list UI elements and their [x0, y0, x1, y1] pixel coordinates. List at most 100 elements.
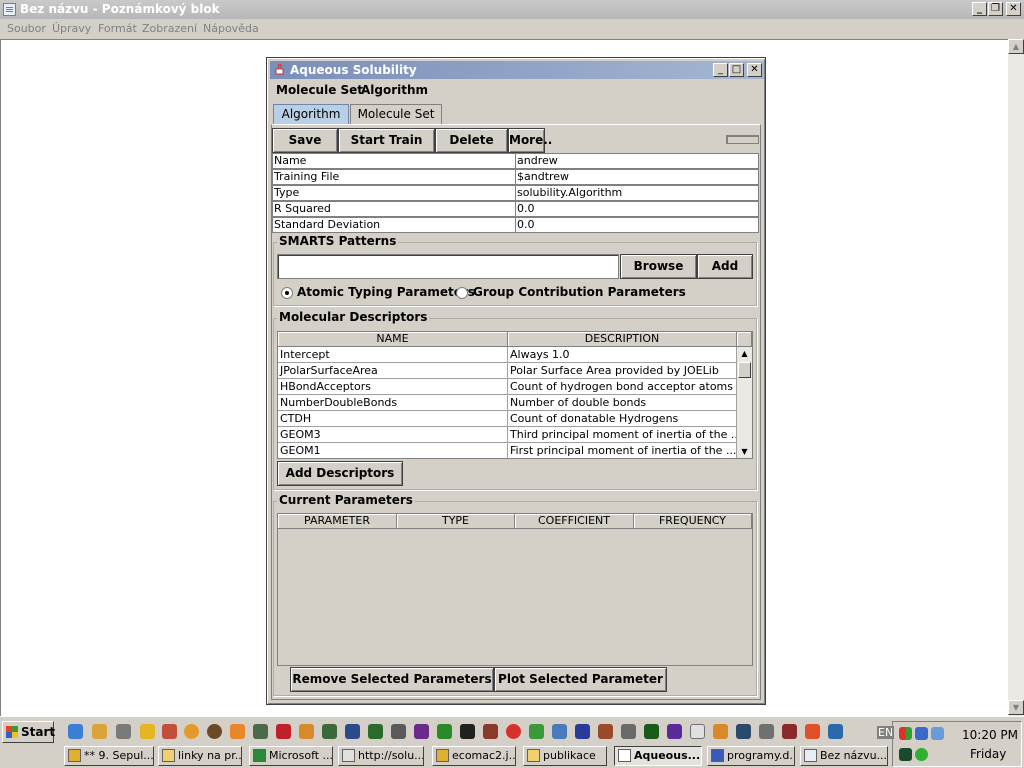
- tray-icon[interactable]: [915, 748, 928, 761]
- quicklaunch-icon[interactable]: [460, 724, 475, 739]
- smarts-input[interactable]: [277, 254, 619, 279]
- tray-icon[interactable]: [931, 727, 944, 740]
- quicklaunch-icon[interactable]: [276, 724, 291, 739]
- quicklaunch-icon[interactable]: [575, 724, 590, 739]
- parameters-table[interactable]: PARAMETER TYPE COEFFICIENT FREQUENCY: [277, 513, 753, 666]
- notepad-scrollbar[interactable]: ▲ ▼: [1008, 39, 1024, 716]
- group-contribution-radio[interactable]: [456, 287, 468, 299]
- task-button-active[interactable]: Aqueous...: [614, 746, 702, 766]
- ie-icon[interactable]: [68, 724, 83, 739]
- column-header-coefficient[interactable]: COEFFICIENT: [515, 514, 634, 529]
- start-button[interactable]: Start: [2, 721, 55, 743]
- delete-button[interactable]: Delete: [435, 128, 508, 153]
- minimize-button[interactable]: _: [972, 2, 987, 16]
- add-button[interactable]: Add: [697, 254, 753, 279]
- column-header-type[interactable]: TYPE: [397, 514, 515, 529]
- quicklaunch-icon[interactable]: [598, 724, 613, 739]
- task-button[interactable]: programy.d...: [707, 746, 795, 766]
- menu-format[interactable]: Formát: [98, 22, 137, 35]
- table-row[interactable]: GEOM3 Third principal moment of inertia …: [278, 427, 737, 443]
- task-button[interactable]: Microsoft ...: [249, 746, 333, 766]
- menu-upravy[interactable]: Úpravy: [52, 22, 91, 35]
- quicklaunch-icon[interactable]: [782, 724, 797, 739]
- notepad-title-bar[interactable]: Bez názvu - Poznámkový blok _ ❐ ✕: [0, 0, 1024, 19]
- scroll-down-arrow-icon[interactable]: ▼: [737, 445, 752, 458]
- close-button[interactable]: ✕: [1006, 2, 1021, 16]
- quicklaunch-icon[interactable]: [759, 724, 774, 739]
- quicklaunch-icon[interactable]: [805, 724, 820, 739]
- menu-napoveda[interactable]: Nápověda: [203, 22, 259, 35]
- column-header-description[interactable]: DESCRIPTION: [508, 332, 737, 347]
- training-file-value[interactable]: $andtrew: [515, 169, 759, 185]
- quicklaunch-icon[interactable]: [140, 724, 155, 739]
- quicklaunch-icon[interactable]: [414, 724, 429, 739]
- quicklaunch-icon[interactable]: [299, 724, 314, 739]
- scroll-thumb[interactable]: [738, 362, 751, 378]
- quicklaunch-icon[interactable]: [828, 724, 843, 739]
- quicklaunch-icon[interactable]: [253, 724, 268, 739]
- add-descriptors-button[interactable]: Add Descriptors: [277, 461, 403, 486]
- quicklaunch-icon[interactable]: [116, 724, 131, 739]
- r-squared-value[interactable]: 0.0: [515, 201, 759, 217]
- atomic-typing-label[interactable]: Atomic Typing Parameters: [297, 285, 475, 299]
- start-train-button[interactable]: Start Train: [338, 128, 435, 153]
- quicklaunch-icon[interactable]: [621, 724, 636, 739]
- task-button[interactable]: publikace: [523, 746, 607, 766]
- scroll-up-icon[interactable]: ▲: [1008, 39, 1024, 54]
- task-button[interactable]: ecomac2.j...: [432, 746, 516, 766]
- descriptors-scrollbar[interactable]: ▲ ▼: [737, 347, 752, 458]
- quicklaunch-icon[interactable]: [345, 724, 360, 739]
- vlc-icon[interactable]: [230, 724, 245, 739]
- menu-soubor[interactable]: Soubor: [7, 22, 46, 35]
- quicklaunch-icon[interactable]: [736, 724, 751, 739]
- type-value[interactable]: solubility.Algorithm: [515, 185, 759, 201]
- table-row[interactable]: HBondAcceptors Count of hydrogen bond ac…: [278, 379, 737, 395]
- app-minimize-button[interactable]: _: [713, 63, 728, 77]
- quicklaunch-icon[interactable]: [391, 724, 406, 739]
- table-row[interactable]: JPolarSurfaceArea Polar Surface Area pro…: [278, 363, 737, 379]
- browse-button[interactable]: Browse: [620, 254, 697, 279]
- save-button[interactable]: Save: [272, 128, 338, 153]
- app-maximize-button[interactable]: □: [729, 63, 744, 77]
- plot-selected-parameter-button[interactable]: Plot Selected Parameter: [494, 667, 667, 692]
- quicklaunch-icon[interactable]: [92, 724, 107, 739]
- tray-icon[interactable]: [899, 748, 912, 761]
- more-button[interactable]: More..: [508, 128, 552, 153]
- app-close-button[interactable]: ✕: [747, 63, 762, 77]
- scroll-up-arrow-icon[interactable]: ▲: [737, 347, 752, 361]
- quicklaunch-icon[interactable]: [483, 724, 498, 739]
- name-value[interactable]: andrew: [515, 153, 759, 169]
- quicklaunch-icon[interactable]: [322, 724, 337, 739]
- menu-zobrazeni[interactable]: Zobrazení: [142, 22, 197, 35]
- table-row[interactable]: CTDH Count of donatable Hydrogens: [278, 411, 737, 427]
- task-button[interactable]: ** 9. Sepul...: [64, 746, 154, 766]
- atomic-typing-radio[interactable]: [281, 287, 293, 299]
- restore-button[interactable]: ❐: [988, 2, 1003, 16]
- table-row[interactable]: NumberDoubleBonds Number of double bonds: [278, 395, 737, 411]
- column-header-name[interactable]: NAME: [278, 332, 508, 347]
- table-row[interactable]: GEOM1 First principal moment of inertia …: [278, 443, 737, 458]
- menu-algorithm[interactable]: Algorithm: [361, 83, 428, 97]
- tab-molecule-set[interactable]: Molecule Set: [350, 104, 442, 124]
- task-button[interactable]: linky na pr...: [158, 746, 242, 766]
- quicklaunch-icon[interactable]: [437, 724, 452, 739]
- tab-algorithm[interactable]: Algorithm: [273, 104, 349, 125]
- group-contribution-label[interactable]: Group Contribution Parameters: [473, 285, 686, 299]
- quicklaunch-icon[interactable]: [368, 724, 383, 739]
- column-header-frequency[interactable]: FREQUENCY: [634, 514, 752, 529]
- task-button[interactable]: Bez názvu...: [800, 746, 888, 766]
- quicklaunch-icon[interactable]: [713, 724, 728, 739]
- std-deviation-value[interactable]: 0.0: [515, 217, 759, 233]
- quicklaunch-icon[interactable]: [644, 724, 659, 739]
- table-row[interactable]: Intercept Always 1.0: [278, 347, 737, 363]
- app-title-bar[interactable]: Aqueous Solubility _ □ ✕: [270, 61, 764, 79]
- network-icon[interactable]: [915, 727, 928, 740]
- column-header-parameter[interactable]: PARAMETER: [278, 514, 397, 529]
- scroll-down-icon[interactable]: ▼: [1008, 700, 1024, 715]
- clock-time[interactable]: 10:20 PM: [962, 728, 1018, 742]
- quicklaunch-icon[interactable]: [552, 724, 567, 739]
- menu-molecule-set[interactable]: Molecule Set: [276, 83, 363, 97]
- remove-selected-parameters-button[interactable]: Remove Selected Parameters: [290, 667, 494, 692]
- quicklaunch-icon[interactable]: [690, 724, 705, 739]
- quicklaunch-icon[interactable]: [162, 724, 177, 739]
